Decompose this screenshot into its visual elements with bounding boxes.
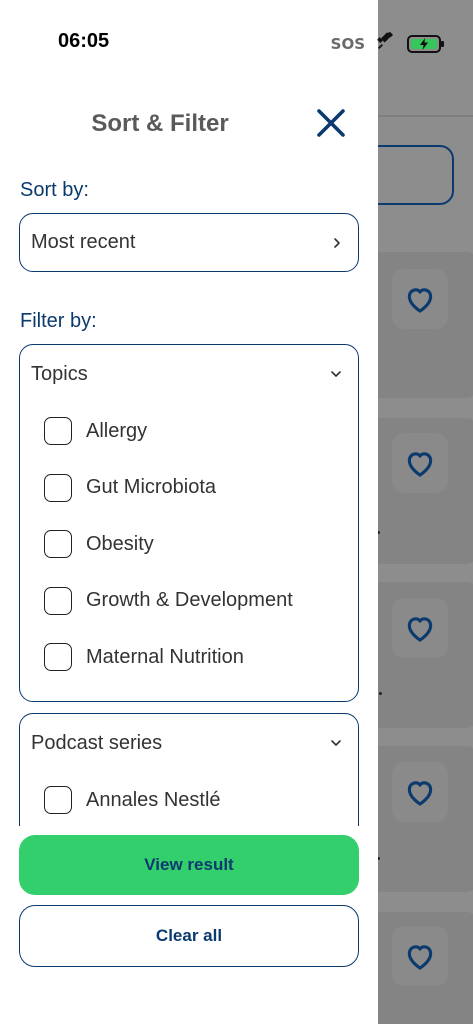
filter-group-title: Topics: [31, 362, 88, 385]
chevron-right-icon: [334, 237, 340, 248]
heart-icon: [392, 433, 448, 493]
battery-charging-icon: [407, 34, 444, 53]
checkbox[interactable]: [44, 786, 72, 815]
filter-group-podcast-series: Podcast series Annales Nestlé: [19, 713, 359, 826]
heart-icon: [392, 926, 448, 986]
option-label: Growth & Development: [86, 589, 293, 612]
status-icons: SOS: [330, 30, 444, 57]
sos-label: SOS: [330, 34, 365, 53]
status-time: 06:05: [58, 30, 110, 52]
chevron-down-icon: [331, 740, 341, 746]
filter-group-title: Podcast series: [31, 731, 163, 754]
option-label: Allergy: [86, 419, 148, 442]
close-icon: [317, 109, 345, 137]
filter-group-topics: Topics Allergy Gut Microbiota Obesity Gr…: [19, 344, 359, 702]
option-label: Obesity: [86, 532, 154, 555]
option-label: Annales Nestlé: [86, 788, 221, 811]
drawer-title: Sort & Filter: [91, 110, 229, 137]
view-result-button[interactable]: View result: [19, 835, 359, 895]
option-label: Maternal Nutrition: [86, 645, 244, 668]
filter-group-header[interactable]: Podcast series: [20, 714, 358, 772]
checkbox[interactable]: [44, 473, 72, 502]
filter-option-annales-nestle[interactable]: Annales Nestlé: [20, 772, 358, 826]
filter-option-gut-microbiota[interactable]: Gut Microbiota: [20, 460, 358, 517]
sort-select[interactable]: Most recent: [19, 213, 359, 272]
clear-all-button[interactable]: Clear all: [19, 905, 359, 967]
filter-scroll-area[interactable]: Topics Allergy Gut Microbiota Obesity Gr…: [0, 340, 378, 826]
background-dot: [379, 692, 382, 695]
filter-by-label: Filter by:: [20, 310, 97, 332]
checkbox[interactable]: [44, 643, 72, 672]
checkbox[interactable]: [44, 586, 72, 615]
heart-icon: [392, 598, 448, 658]
chevron-down-icon: [331, 371, 341, 377]
background-divider: [378, 115, 473, 117]
checkbox[interactable]: [44, 417, 72, 446]
filter-group-header[interactable]: Topics: [20, 345, 358, 403]
satellite-icon: [375, 30, 397, 57]
close-button[interactable]: [314, 106, 348, 140]
heart-icon: [392, 762, 448, 822]
sort-select-value: Most recent: [31, 231, 136, 253]
sort-filter-drawer: Sort & Filter Sort by: Most recent Filte…: [0, 0, 378, 1024]
filter-option-obesity[interactable]: Obesity: [20, 516, 358, 573]
sort-by-label: Sort by:: [20, 179, 89, 201]
heart-icon: [392, 269, 448, 329]
option-label: Gut Microbiota: [86, 476, 217, 499]
filter-option-allergy[interactable]: Allergy: [20, 403, 358, 460]
checkbox[interactable]: [44, 530, 72, 559]
filter-option-maternal-nutrition[interactable]: Maternal Nutrition: [20, 629, 358, 686]
filter-option-growth-development[interactable]: Growth & Development: [20, 573, 358, 630]
